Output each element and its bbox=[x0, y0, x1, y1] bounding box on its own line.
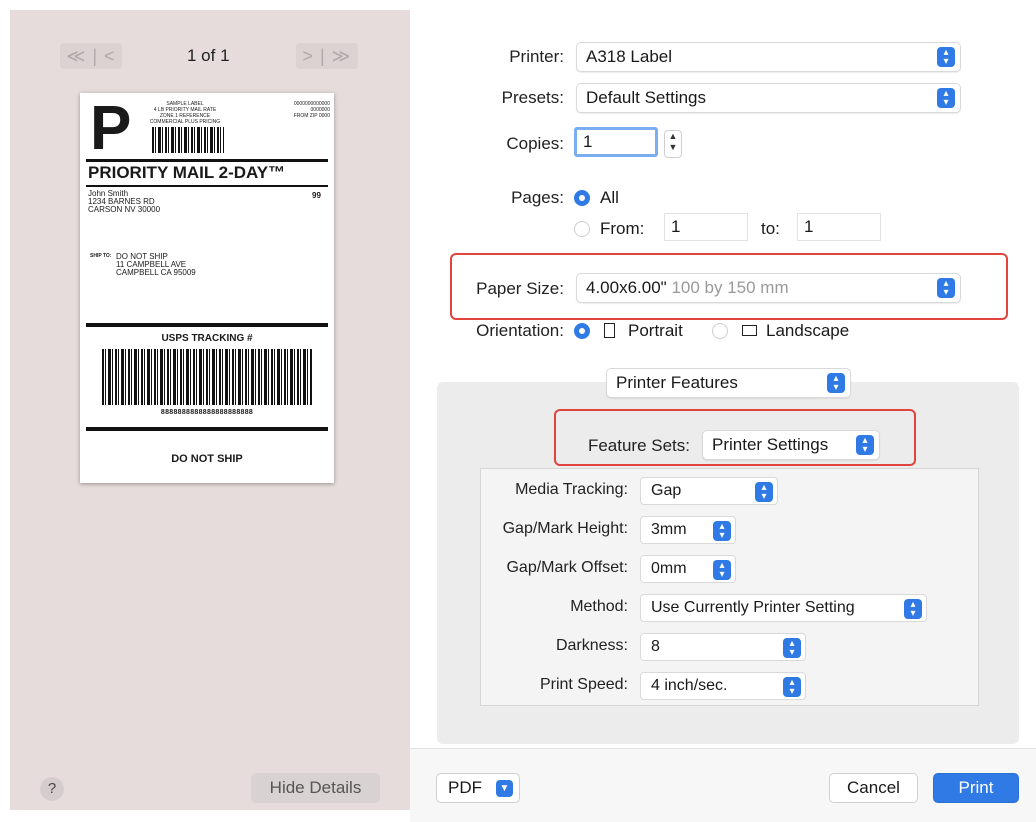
copies-label: Copies: bbox=[506, 134, 564, 153]
printer-select[interactable]: A318 Label ▴ ▾ bbox=[576, 42, 961, 72]
orientation-landscape-label: Landscape bbox=[766, 321, 850, 340]
media-tracking-value: Gap bbox=[651, 482, 682, 499]
orientation-portrait-radio[interactable] bbox=[574, 323, 590, 339]
pages-to-label: to: bbox=[761, 219, 780, 238]
section-select-value: Printer Features bbox=[616, 373, 738, 392]
presets-select[interactable]: Default Settings ▴ ▾ bbox=[576, 83, 961, 113]
hide-details-button[interactable]: Hide Details bbox=[251, 773, 380, 803]
label-line: CARSON NV 30000 bbox=[88, 205, 161, 214]
orientation-portrait-label: Portrait bbox=[628, 321, 683, 340]
print-speed-select[interactable]: 4 inch/sec. ▴ ▾ bbox=[640, 672, 806, 700]
gap-mark-height-value: 3mm bbox=[651, 521, 687, 538]
darkness-label: Darkness: bbox=[555, 637, 628, 654]
gap-mark-offset-label: Gap/Mark Offset: bbox=[506, 559, 628, 576]
printer-label: Printer: bbox=[509, 47, 564, 66]
page-indicator: 1 of 1 bbox=[187, 46, 230, 65]
orientation-label: Orientation: bbox=[476, 321, 564, 340]
chevron-updown-icon: ▴ ▾ bbox=[755, 482, 773, 502]
printer-value: A318 Label bbox=[586, 47, 673, 66]
pages-from-input[interactable]: 1 bbox=[664, 213, 748, 241]
chevron-updown-icon: ▴ ▾ bbox=[713, 560, 731, 580]
feature-sets-value: Printer Settings bbox=[712, 435, 829, 454]
chevron-updown-icon: ▴ ▾ bbox=[713, 521, 731, 541]
pages-all-radio[interactable] bbox=[574, 190, 590, 206]
feature-sets-label: Feature Sets: bbox=[587, 436, 690, 455]
label-divider bbox=[86, 159, 328, 162]
method-label: Method: bbox=[570, 598, 628, 615]
gap-mark-offset-select[interactable]: 0mm ▴ ▾ bbox=[640, 555, 736, 583]
label-tracking-barcode bbox=[102, 349, 312, 405]
label-footer: DO NOT SHIP bbox=[171, 453, 243, 465]
paper-size-value: 4.00x6.00" bbox=[586, 278, 667, 297]
label-ship-to: SHIP TO: bbox=[90, 253, 112, 259]
chevron-updown-icon: ▴ ▾ bbox=[856, 435, 874, 455]
gap-mark-height-label: Gap/Mark Height: bbox=[502, 520, 628, 537]
feature-sets-select[interactable]: Printer Settings ▴ ▾ bbox=[702, 430, 880, 460]
chevron-down-icon: ▼ bbox=[496, 780, 513, 797]
pages-to-input[interactable]: 1 bbox=[797, 213, 881, 241]
darkness-value: 8 bbox=[651, 638, 660, 655]
label-service-title: PRIORITY MAIL 2-DAY™ bbox=[88, 163, 286, 182]
print-speed-label: Print Speed: bbox=[539, 676, 628, 693]
label-sender: John Smith 1234 BARNES RD CARSON NV 3000… bbox=[88, 190, 160, 214]
label-line: CAMPBELL CA 95009 bbox=[116, 268, 196, 277]
pages-from-radio[interactable] bbox=[574, 221, 590, 237]
pdf-label: PDF bbox=[448, 778, 482, 797]
pdf-menu-button[interactable]: PDF ▼ bbox=[436, 773, 520, 803]
method-value: Use Currently Printer Setting bbox=[651, 599, 855, 616]
gap-mark-offset-value: 0mm bbox=[651, 560, 687, 577]
label-code-text: 0000000000000 0000000 FROM ZIP 0000 bbox=[260, 101, 330, 119]
presets-value: Default Settings bbox=[586, 88, 707, 107]
chevron-updown-icon: ▴ ▾ bbox=[937, 47, 955, 67]
paper-size-select[interactable]: 4.00x6.00" 100 by 150 mm ▴ ▾ bbox=[576, 273, 961, 303]
label-divider bbox=[86, 323, 328, 327]
section-select[interactable]: Printer Features ▴ ▾ bbox=[606, 368, 851, 398]
label-2d-barcode bbox=[152, 127, 224, 153]
chevron-updown-icon: ▴ ▾ bbox=[904, 599, 922, 619]
media-tracking-label: Media Tracking: bbox=[515, 481, 628, 498]
label-preview: P SAMPLE LABEL 4 LB PRIORITY MAIL RATE Z… bbox=[80, 93, 334, 483]
label-line: FROM ZIP 0000 bbox=[293, 113, 330, 119]
landscape-icon bbox=[734, 322, 762, 339]
chevron-updown-icon: ▴ ▾ bbox=[937, 278, 955, 298]
label-code-99: 99 bbox=[312, 191, 321, 200]
next-page-button[interactable]: > | ≫ bbox=[296, 43, 358, 69]
cancel-button[interactable]: Cancel bbox=[829, 773, 918, 803]
pages-label: Pages: bbox=[511, 188, 564, 207]
help-button[interactable]: ? bbox=[40, 777, 64, 801]
label-header-text: SAMPLE LABEL 4 LB PRIORITY MAIL RATE ZON… bbox=[140, 101, 230, 125]
print-button[interactable]: Print bbox=[933, 773, 1019, 803]
pages-all-label: All bbox=[600, 188, 619, 207]
pages-from-label: From: bbox=[600, 219, 645, 238]
label-divider bbox=[86, 427, 328, 431]
gap-mark-height-select[interactable]: 3mm ▴ ▾ bbox=[640, 516, 736, 544]
paper-size-label: Paper Size: bbox=[476, 279, 564, 298]
copies-stepper[interactable]: ▲ ▼ bbox=[664, 130, 682, 158]
paper-size-detail: 100 by 150 mm bbox=[671, 278, 789, 297]
copies-input[interactable]: 1 bbox=[574, 127, 658, 157]
chevron-updown-icon: ▴ ▾ bbox=[827, 373, 845, 393]
label-divider bbox=[86, 185, 328, 187]
chevron-updown-icon: ▴ ▾ bbox=[783, 677, 801, 697]
portrait-icon bbox=[596, 322, 620, 339]
method-select[interactable]: Use Currently Printer Setting ▴ ▾ bbox=[640, 594, 927, 622]
label-service-letter: P bbox=[90, 94, 132, 163]
label-tracking-title: USPS TRACKING # bbox=[161, 333, 253, 344]
chevron-updown-icon: ▴ ▾ bbox=[937, 88, 955, 108]
chevron-updown-icon: ▴ ▾ bbox=[783, 638, 801, 658]
darkness-select[interactable]: 8 ▴ ▾ bbox=[640, 633, 806, 661]
orientation-landscape-radio[interactable] bbox=[712, 323, 728, 339]
media-tracking-select[interactable]: Gap ▴ ▾ bbox=[640, 477, 778, 505]
print-speed-value: 4 inch/sec. bbox=[651, 677, 728, 694]
label-tracking-number: 8888888888888888888888 bbox=[160, 409, 254, 416]
previous-page-button[interactable]: ≪ | < bbox=[60, 43, 122, 69]
presets-label: Presets: bbox=[501, 88, 564, 107]
label-recipient: DO NOT SHIP 11 CAMPBELL AVE CAMPBELL CA … bbox=[116, 253, 196, 277]
label-line: COMMERCIAL PLUS PRICING bbox=[149, 119, 221, 125]
